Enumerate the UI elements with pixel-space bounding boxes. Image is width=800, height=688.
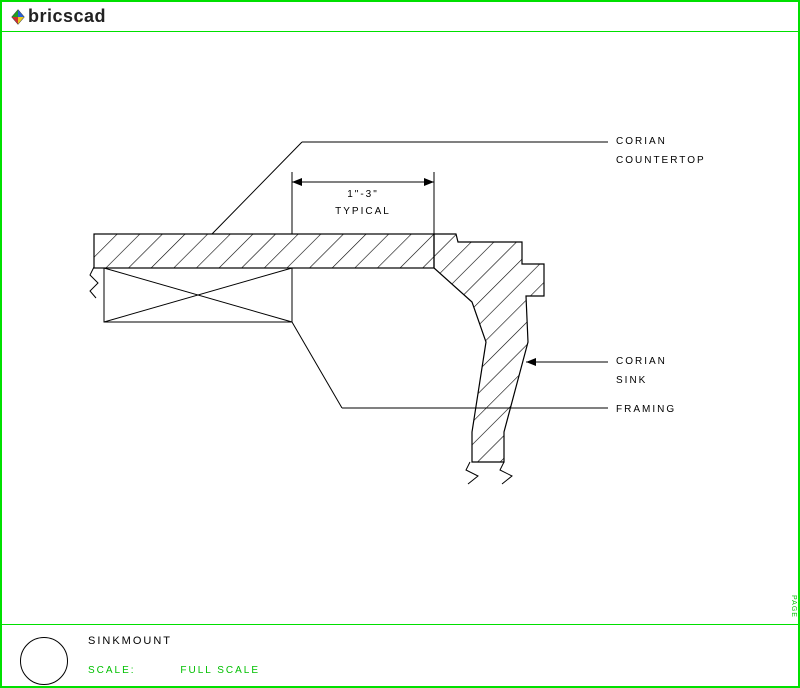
label-countertop-line2: COUNTERTOP <box>616 151 706 170</box>
dimension-label: 1"-3" TYPICAL <box>316 186 410 220</box>
dimension-value: 1"-3" <box>316 186 410 203</box>
scale-value: FULL SCALE <box>180 665 260 676</box>
label-sink: CORIAN SINK <box>616 352 667 390</box>
label-countertop: CORIAN COUNTERTOP <box>616 132 706 170</box>
drawing-title: SINKMOUNT <box>88 635 260 647</box>
brand-icon <box>10 9 26 25</box>
header-bar: bricscad <box>2 2 798 32</box>
scale-row: SCALE: FULL SCALE <box>88 665 260 676</box>
scale-label: SCALE: <box>88 665 136 676</box>
detail-marker-circle <box>20 637 68 685</box>
drawing-canvas: CORIAN COUNTERTOP 1"-3" TYPICAL CORIAN S… <box>2 32 798 622</box>
brand-name: bricscad <box>28 6 106 27</box>
page-side-label: PAGE <box>790 595 797 618</box>
title-block-content: SINKMOUNT SCALE: FULL SCALE <box>88 635 260 676</box>
label-sink-line2: SINK <box>616 371 667 390</box>
label-sink-line1: CORIAN <box>616 352 667 371</box>
dimension-typical: TYPICAL <box>316 203 410 220</box>
label-countertop-line1: CORIAN <box>616 132 706 151</box>
technical-drawing <box>2 32 798 622</box>
label-framing-text: FRAMING <box>616 400 676 419</box>
brand-logo: bricscad <box>10 6 106 27</box>
title-block: SINKMOUNT SCALE: FULL SCALE <box>2 624 798 686</box>
label-framing: FRAMING <box>616 400 676 419</box>
